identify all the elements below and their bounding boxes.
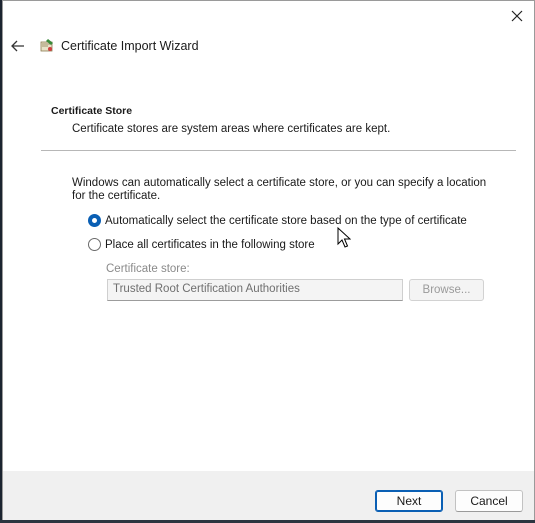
mouse-cursor-icon xyxy=(337,227,351,248)
certificate-icon xyxy=(40,39,53,52)
header-divider xyxy=(41,150,516,151)
place-store-label[interactable]: Place all certificates in the following … xyxy=(105,239,315,251)
intro-text: Windows can automatically select a certi… xyxy=(72,177,487,202)
cancel-button[interactable]: Cancel xyxy=(455,490,523,512)
place-store-radio[interactable] xyxy=(88,238,101,251)
title-bar xyxy=(3,1,534,31)
auto-select-radio[interactable] xyxy=(88,214,101,227)
page-title: Certificate Store xyxy=(51,105,133,117)
window-title: Certificate Import Wizard xyxy=(61,39,199,53)
close-icon xyxy=(511,10,523,22)
certificate-store-field: Trusted Root Certification Authorities xyxy=(107,279,403,301)
auto-select-option[interactable]: Automatically select the certificate sto… xyxy=(88,214,467,227)
close-button[interactable] xyxy=(500,1,534,31)
certificate-store-label: Certificate store: xyxy=(106,263,190,275)
auto-select-label[interactable]: Automatically select the certificate sto… xyxy=(105,215,467,227)
wizard-window: Certificate Import Wizard Certificate St… xyxy=(2,0,535,521)
next-button[interactable]: Next xyxy=(375,490,443,512)
page-subtitle: Certificate stores are system areas wher… xyxy=(72,123,391,135)
back-button[interactable] xyxy=(9,37,27,55)
place-store-option[interactable]: Place all certificates in the following … xyxy=(88,238,315,251)
back-arrow-icon xyxy=(11,40,24,52)
browse-button: Browse... xyxy=(409,279,484,301)
